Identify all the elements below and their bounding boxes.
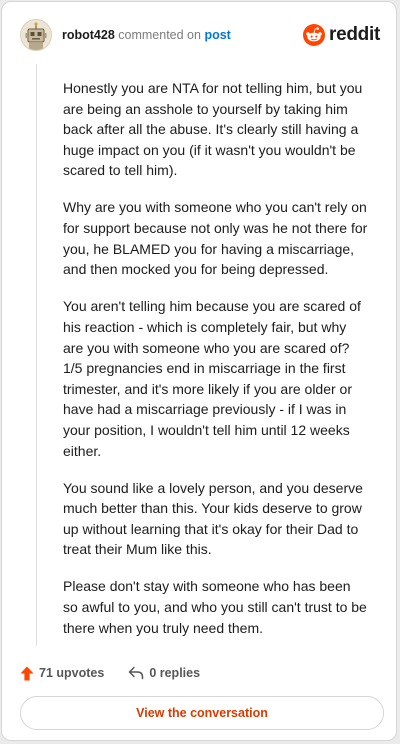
upvotes-count: 71 upvotes (39, 666, 105, 680)
brand-wordmark: reddit (329, 24, 380, 45)
reply-arrow-icon (129, 666, 144, 680)
comment-footer: 71 upvotes 0 replies (20, 662, 200, 684)
comment-paragraph: Please don't stay with someone who has b… (63, 578, 367, 636)
robot-avatar[interactable] (20, 19, 52, 51)
upvote-arrow-icon (20, 666, 34, 680)
view-conversation-button[interactable]: View the conversation (20, 696, 384, 730)
comment-paragraph: Honestly you are NTA for not telling him… (63, 80, 363, 179)
comment-header: robot428 commented on post reddit (20, 18, 380, 52)
comment-paragraph: You sound like a lovely person, and you … (63, 479, 363, 558)
action-text: commented on (118, 28, 201, 42)
replies-count: 0 replies (149, 666, 201, 680)
thread-line (36, 64, 37, 646)
comment-meta: robot428 commented on post (62, 28, 231, 42)
reddit-snoo-icon (303, 24, 326, 46)
upvotes-stat[interactable]: 71 upvotes (20, 666, 104, 681)
username[interactable]: robot428 (62, 28, 115, 42)
post-link[interactable]: post (204, 28, 230, 42)
comment-paragraph: Why are you with someone who you can't r… (63, 199, 368, 278)
comment-paragraph: You aren't telling him because you are s… (63, 298, 361, 459)
reddit-logo[interactable]: reddit (303, 24, 380, 46)
replies-stat[interactable]: 0 replies (128, 666, 200, 680)
comment-card: robot428 commented on post reddit Honest… (1, 1, 397, 741)
comment-body: Honestly you are NTA for not telling him… (63, 78, 368, 655)
